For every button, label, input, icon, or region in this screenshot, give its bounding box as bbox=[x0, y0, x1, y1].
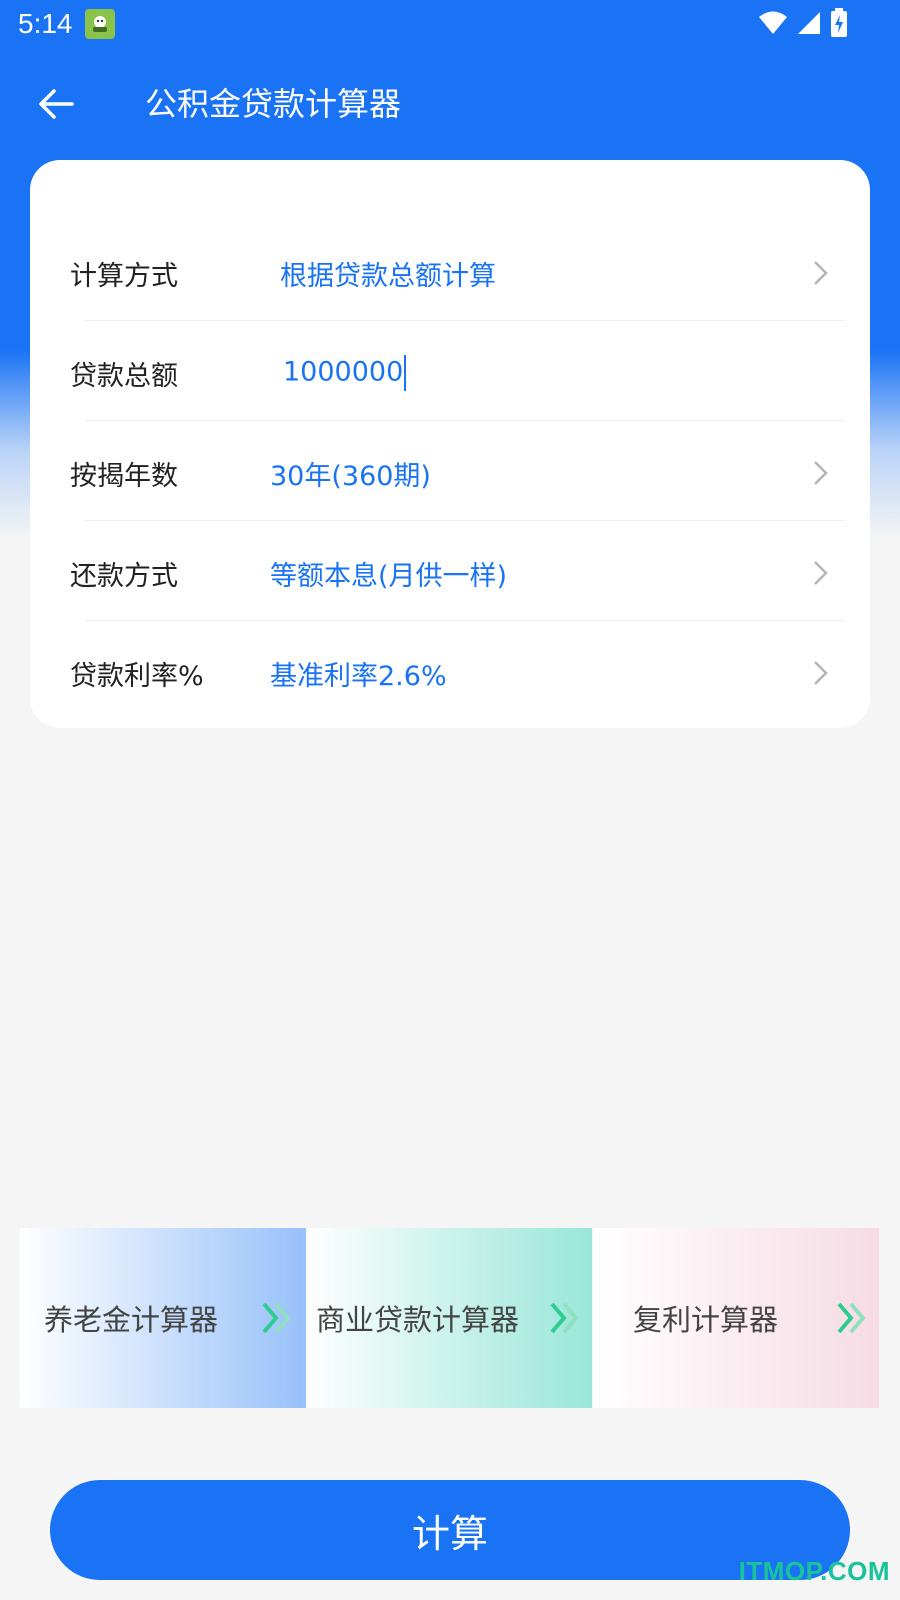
loan-amount-row: 贷款总额 1000000 bbox=[30, 322, 870, 424]
repayment-method-value: 等额本息(月供一样) bbox=[270, 560, 508, 592]
chevron-right-icon bbox=[814, 261, 828, 285]
status-time: 5:14 bbox=[18, 8, 73, 39]
shortcut-label: 复利计算器 bbox=[633, 1303, 779, 1337]
chevron-right-icon bbox=[814, 661, 828, 685]
status-bar: 5:14 bbox=[0, 0, 900, 48]
arrow-left-icon bbox=[39, 89, 74, 119]
shortcut-label: 养老金计算器 bbox=[44, 1303, 219, 1337]
calculation-method-row[interactable]: 计算方式 根据贷款总额计算 bbox=[30, 222, 870, 324]
repayment-method-row[interactable]: 还款方式 等额本息(月供一样) bbox=[30, 522, 870, 624]
pension-calculator-shortcut[interactable]: 养老金计算器 bbox=[20, 1228, 306, 1408]
divider bbox=[85, 320, 845, 321]
chevron-right-icon bbox=[814, 561, 828, 585]
repayment-method-label: 还款方式 bbox=[70, 560, 178, 592]
loan-amount-input[interactable]: 1000000 bbox=[283, 355, 583, 391]
double-chevron-right-icon bbox=[262, 1302, 291, 1334]
wifi-icon bbox=[759, 11, 787, 34]
status-icons bbox=[758, 8, 848, 38]
calculate-button[interactable]: 计算 bbox=[50, 1480, 850, 1580]
mortgage-years-row[interactable]: 按揭年数 30年(360期) bbox=[30, 422, 870, 524]
battery-charging-icon bbox=[831, 8, 847, 37]
chevron-right-icon bbox=[814, 461, 828, 485]
loan-form-card: 计算方式 根据贷款总额计算 贷款总额 1000000 按揭年数 30年(360期… bbox=[30, 160, 870, 728]
compound-interest-calculator-shortcut[interactable]: 复利计算器 bbox=[593, 1228, 879, 1408]
divider bbox=[85, 420, 845, 421]
double-chevron-right-icon bbox=[837, 1302, 866, 1334]
app-notification-icon bbox=[84, 9, 115, 39]
divider bbox=[85, 620, 845, 621]
interest-rate-row[interactable]: 贷款利率% 基准利率2.6% bbox=[30, 622, 870, 724]
loan-amount-value: 1000000 bbox=[283, 356, 404, 388]
shortcut-label: 商业贷款计算器 bbox=[316, 1303, 520, 1337]
back-button[interactable] bbox=[34, 82, 78, 126]
text-cursor bbox=[404, 355, 407, 391]
calculation-method-label: 计算方式 bbox=[70, 260, 178, 292]
page-title: 公积金贷款计算器 bbox=[145, 85, 402, 123]
app-bar: 公积金贷款计算器 bbox=[0, 60, 900, 150]
mortgage-years-value: 30年(360期) bbox=[270, 460, 431, 492]
divider bbox=[85, 520, 845, 521]
loan-amount-label: 贷款总额 bbox=[70, 360, 178, 392]
mortgage-years-label: 按揭年数 bbox=[70, 460, 178, 492]
interest-rate-value: 基准利率2.6% bbox=[270, 660, 447, 692]
interest-rate-label: 贷款利率% bbox=[70, 660, 204, 692]
calculation-method-value: 根据贷款总额计算 bbox=[280, 260, 496, 292]
double-chevron-right-icon bbox=[550, 1302, 579, 1334]
cellular-signal-icon bbox=[798, 12, 820, 34]
watermark: ITMOP.COM bbox=[738, 1556, 890, 1586]
commercial-loan-calculator-shortcut[interactable]: 商业贷款计算器 bbox=[306, 1228, 592, 1408]
